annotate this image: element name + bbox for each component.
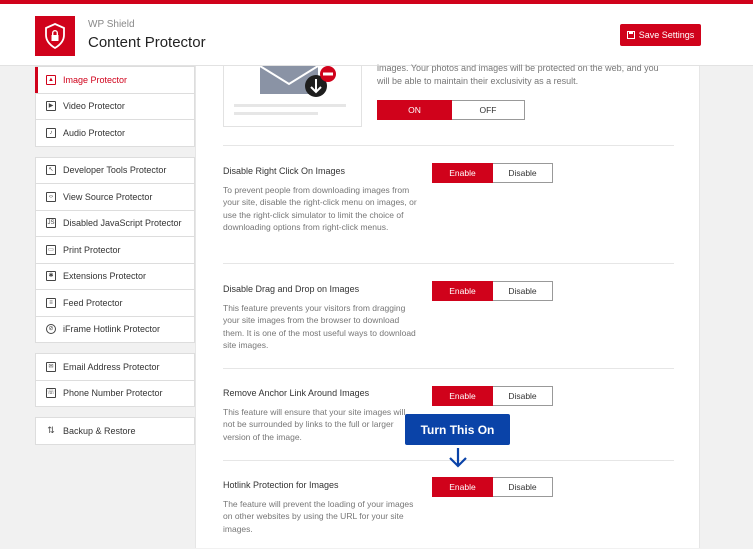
sidebar-item-email-address-protector[interactable]: ✉ Email Address Protector <box>36 354 194 381</box>
image-protector-illustration <box>223 65 362 127</box>
printer-icon: ▭ <box>46 244 56 255</box>
feed-icon: ≡ <box>46 297 56 308</box>
description-line: will be able to maintain their exclusivi… <box>377 75 579 86</box>
disable-button[interactable]: Disable <box>493 386 553 406</box>
section-disable-right-click: Disable Right Click On Images To prevent… <box>223 145 674 264</box>
sidebar-item-disabled-javascript-protector[interactable]: JS Disabled JavaScript Protector <box>36 211 194 237</box>
image-protector-toggle: ON OFF <box>377 100 525 120</box>
description-line: images. Your photos and images will be p… <box>377 63 659 73</box>
sidebar-item-image-protector[interactable]: ▲ Image Protector <box>35 67 194 94</box>
disable-button[interactable]: Disable <box>493 477 553 497</box>
sidebar-item-label: View Source Protector <box>63 191 153 202</box>
js-icon: JS <box>46 218 56 229</box>
sidebar-item-label: Print Protector <box>63 244 121 255</box>
sidebar-item-view-source-protector[interactable]: ‹› View Source Protector <box>36 184 194 211</box>
hotlink-toggle: Enable Disable <box>432 477 553 497</box>
section-title: Disable Drag and Drop on Images <box>223 284 360 294</box>
turn-this-on-callout: Turn This On <box>405 414 510 445</box>
block-icon: ⊘ <box>46 324 56 335</box>
sidebar-item-label: Disabled JavaScript Protector <box>63 218 182 229</box>
play-icon: ▶ <box>46 101 56 112</box>
code-icon: ‹› <box>46 191 56 202</box>
section-title: Remove Anchor Link Around Images <box>223 388 370 398</box>
sidebar-item-extensions-protector[interactable]: ✱ Extensions Protector <box>36 264 194 290</box>
right-click-toggle: Enable Disable <box>432 163 553 183</box>
save-settings-button[interactable]: Save Settings <box>620 24 701 46</box>
section-disable-drag-drop: Disable Drag and Drop on Images This fea… <box>223 263 674 369</box>
disable-button[interactable]: Disable <box>493 281 553 301</box>
music-note-icon: ♪ <box>46 127 56 138</box>
enable-button[interactable]: Enable <box>432 281 493 301</box>
sidebar-item-developer-tools-protector[interactable]: ↖ Developer Tools Protector <box>36 158 194 184</box>
section-title: Disable Right Click On Images <box>223 166 346 176</box>
envelope-icon: ✉ <box>46 361 56 372</box>
disable-button[interactable]: Disable <box>493 163 553 183</box>
app-header: WP Shield Content Protector Save Setting… <box>0 4 753 66</box>
drag-drop-toggle: Enable Disable <box>432 281 553 301</box>
puzzle-icon: ✱ <box>46 271 56 282</box>
sidebar-item-label: Email Address Protector <box>63 361 160 372</box>
section-description: This feature prevents your visitors from… <box>223 303 416 350</box>
sidebar-item-label: Phone Number Protector <box>63 388 163 399</box>
cursor-icon: ↖ <box>46 165 56 176</box>
section-description: To prevent people from downloading image… <box>223 185 417 232</box>
sidebar-item-label: Image Protector <box>63 74 128 85</box>
sidebar-group-code: ↖ Developer Tools Protector ‹› View Sour… <box>35 156 195 343</box>
anchor-link-toggle: Enable Disable <box>432 386 553 406</box>
sidebar-item-video-protector[interactable]: ▶ Video Protector <box>36 94 194 120</box>
sidebar-item-backup-restore[interactable]: ⇅ Backup & Restore <box>36 418 194 445</box>
sidebar-item-label: iFrame Hotlink Protector <box>63 324 161 335</box>
brand-name: WP Shield <box>88 19 135 30</box>
sidebar-group-backup: ⇅ Backup & Restore <box>35 417 195 445</box>
enable-button[interactable]: Enable <box>432 477 493 497</box>
sidebar-item-label: Audio Protector <box>63 127 126 138</box>
on-button[interactable]: ON <box>377 100 452 120</box>
sidebar-item-label: Developer Tools Protector <box>63 165 167 176</box>
arrow-down-icon <box>449 448 467 468</box>
shield-logo-icon <box>35 16 75 56</box>
section-title: Hotlink Protection for Images <box>223 480 339 490</box>
enable-button[interactable]: Enable <box>432 386 493 406</box>
sidebar-item-label: Backup & Restore <box>63 425 136 436</box>
save-icon <box>626 31 635 39</box>
sidebar-nav: ▲ Image Protector ▶ Video Protector ♪ Au… <box>35 66 195 445</box>
section-description: The feature will prevent the loading of … <box>223 499 414 534</box>
section-description: This feature will ensure that your site … <box>223 407 406 442</box>
sidebar-item-label: Feed Protector <box>63 297 123 308</box>
image-protector-description: images. Your photos and images will be p… <box>377 62 677 87</box>
sidebar-item-audio-protector[interactable]: ♪ Audio Protector <box>36 120 194 147</box>
sidebar-item-label: Video Protector <box>63 101 125 112</box>
sidebar-group-media: ▲ Image Protector ▶ Video Protector ♪ Au… <box>35 66 195 147</box>
settings-panel: images. Your photos and images will be p… <box>195 63 700 549</box>
sidebar-item-label: Extensions Protector <box>63 271 147 282</box>
section-hotlink-protection: Hotlink Protection for Images The featur… <box>223 460 674 549</box>
sidebar-item-phone-number-protector[interactable]: ☏ Phone Number Protector <box>36 381 194 407</box>
backup-icon: ⇅ <box>47 425 55 436</box>
phone-icon: ☏ <box>46 388 56 399</box>
off-button[interactable]: OFF <box>452 100 525 120</box>
image-icon: ▲ <box>46 74 56 85</box>
sidebar-group-contact: ✉ Email Address Protector ☏ Phone Number… <box>35 353 195 407</box>
save-settings-label: Save Settings <box>638 30 695 40</box>
sidebar-item-print-protector[interactable]: ▭ Print Protector <box>36 237 194 264</box>
enable-button[interactable]: Enable <box>432 163 493 183</box>
page-title: Content Protector <box>88 34 206 51</box>
sidebar-item-feed-protector[interactable]: ≡ Feed Protector <box>36 290 194 317</box>
sidebar-item-iframe-hotlink-protector[interactable]: ⊘ iFrame Hotlink Protector <box>36 317 194 343</box>
